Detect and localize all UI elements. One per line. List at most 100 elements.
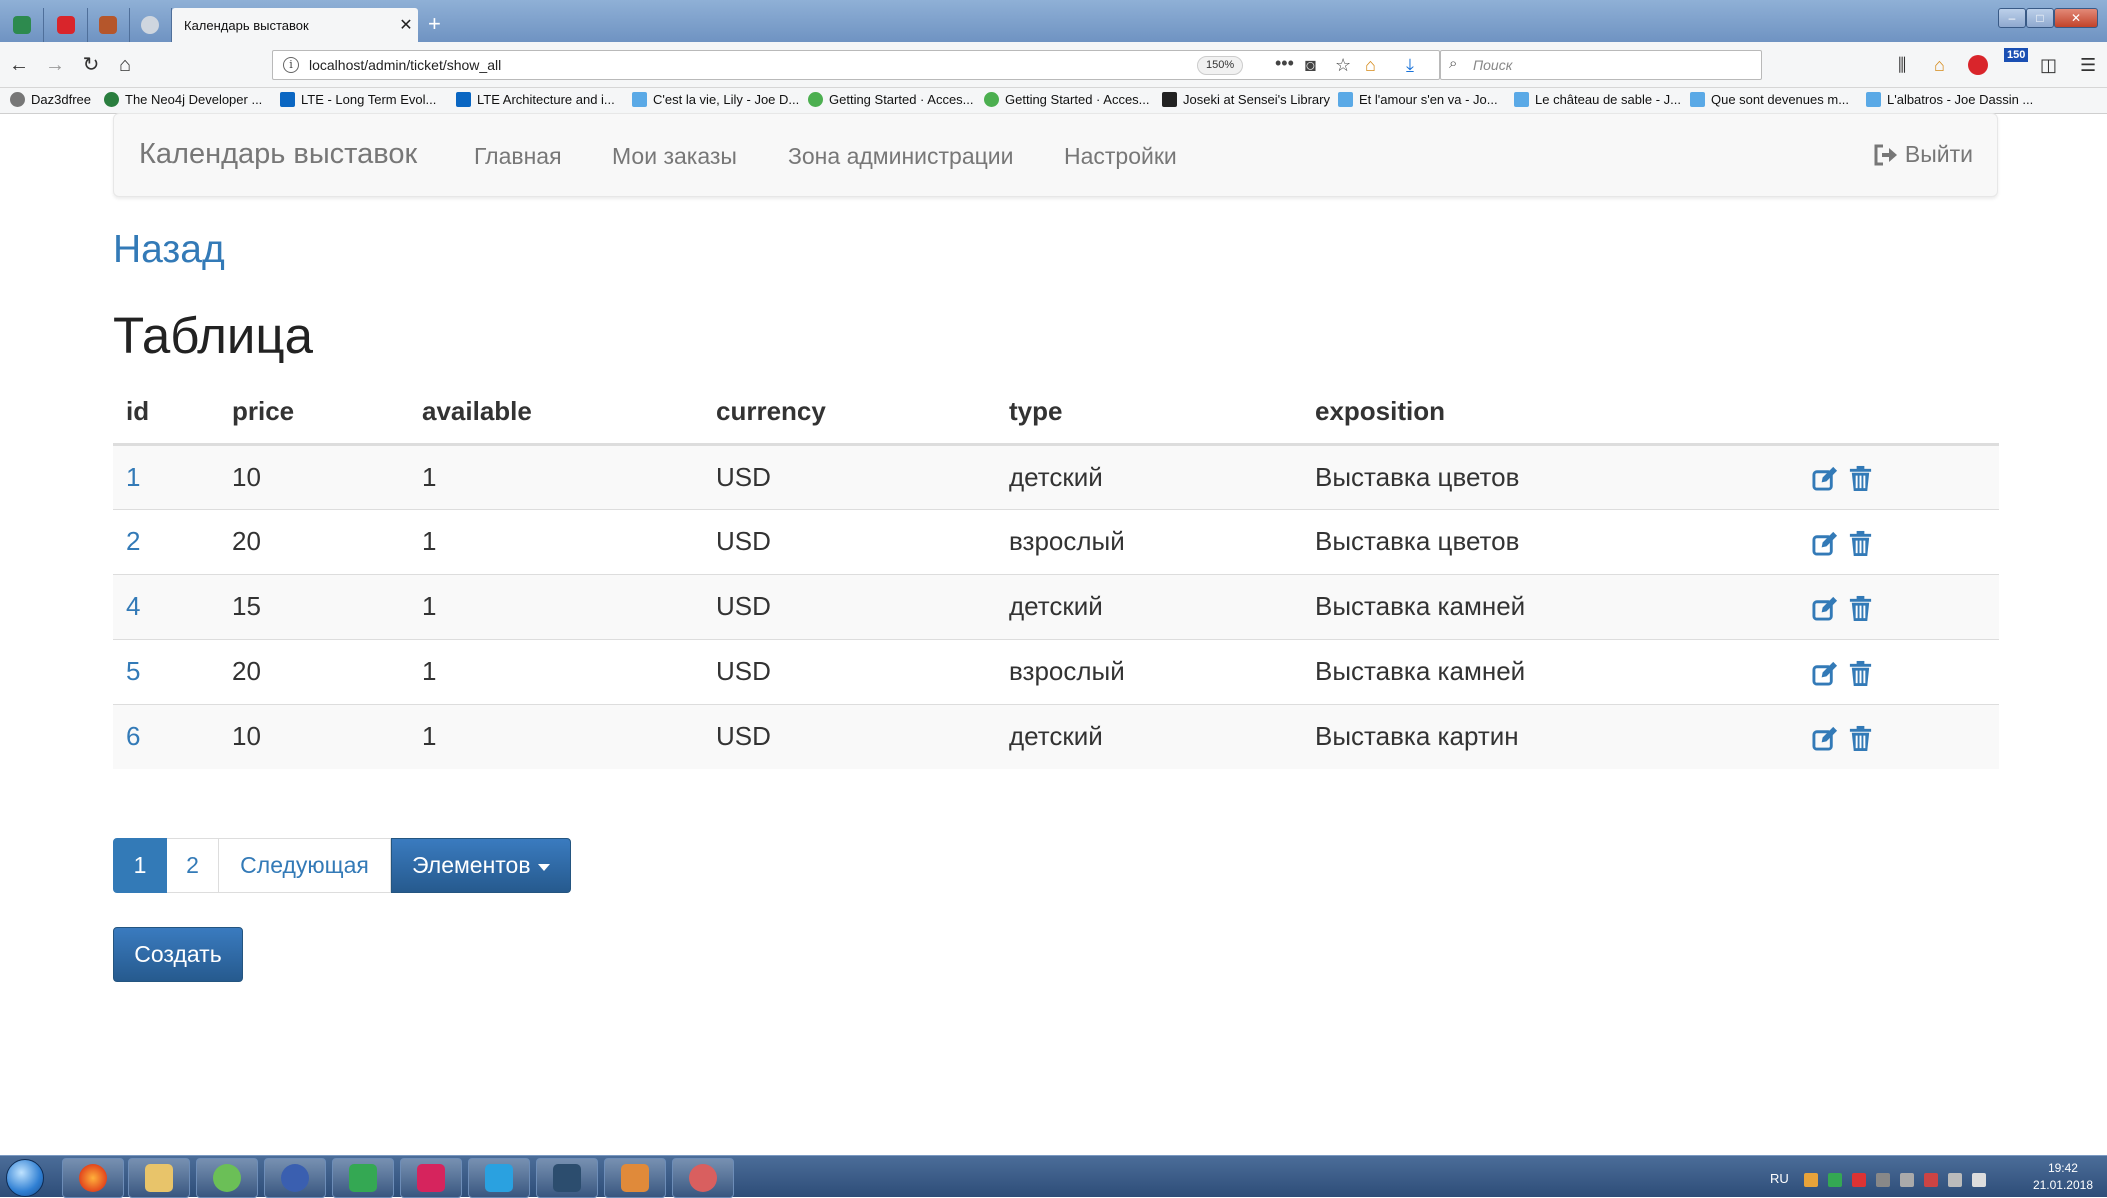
- forward-icon[interactable]: →: [42, 52, 68, 78]
- url-bar[interactable]: i localhost/admin/ticket/show_all 150% •…: [272, 50, 1440, 80]
- trash-icon[interactable]: [1847, 530, 1874, 557]
- pinned-tab[interactable]: [86, 8, 130, 42]
- logout-link[interactable]: Выйти: [1873, 141, 1973, 168]
- cell-id[interactable]: 6: [113, 703, 219, 769]
- page-button-2[interactable]: 2: [167, 838, 219, 893]
- site-info-icon[interactable]: i: [283, 57, 299, 73]
- create-button[interactable]: Создать: [113, 927, 243, 982]
- bookmark-item[interactable]: Que sont devenues m...: [1690, 92, 1849, 107]
- nav-link-home[interactable]: Главная: [474, 143, 562, 170]
- bird-icon: [632, 92, 647, 107]
- language-indicator[interactable]: RU: [1770, 1171, 1789, 1186]
- nav-link-settings[interactable]: Настройки: [1064, 143, 1177, 170]
- bookmark-item[interactable]: Et l'amour s'en va - Jo...: [1338, 92, 1498, 107]
- cell-available: 1: [409, 443, 703, 509]
- edit-icon[interactable]: [1812, 530, 1839, 557]
- action-center-icon[interactable]: [1924, 1173, 1938, 1187]
- tray-icon[interactable]: [1804, 1173, 1818, 1187]
- taskbar-app[interactable]: [468, 1158, 530, 1198]
- nav-link-my-orders[interactable]: Мои заказы: [612, 143, 737, 170]
- pocket-icon[interactable]: ◙: [1305, 55, 1316, 76]
- bookmark-item[interactable]: Getting Started · Acces...: [808, 92, 974, 107]
- url-text[interactable]: localhost/admin/ticket/show_all: [309, 57, 501, 73]
- snipping-tool-icon: [689, 1164, 717, 1192]
- close-window-button[interactable]: ✕: [2054, 8, 2098, 28]
- column-header-currency[interactable]: currency: [703, 381, 996, 446]
- pinned-tab[interactable]: [0, 8, 44, 42]
- page-actions-icon[interactable]: •••: [1275, 53, 1294, 74]
- maximize-button[interactable]: □: [2026, 8, 2054, 28]
- bookmark-item[interactable]: The Neo4j Developer ...: [104, 92, 262, 107]
- column-header-available[interactable]: available: [409, 381, 703, 446]
- network-icon[interactable]: [1948, 1173, 1962, 1187]
- trash-icon[interactable]: [1847, 660, 1874, 687]
- taskbar-utorrent[interactable]: [332, 1158, 394, 1198]
- cell-id[interactable]: 5: [113, 638, 219, 704]
- start-button[interactable]: [6, 1159, 44, 1197]
- back-icon[interactable]: ←: [6, 52, 32, 78]
- bookmark-item[interactable]: Joseki at Sensei's Library: [1162, 92, 1330, 107]
- items-per-page-dropdown[interactable]: Элементов: [391, 838, 571, 893]
- trash-icon[interactable]: [1847, 465, 1874, 492]
- zoom-level[interactable]: 150%: [1197, 56, 1244, 75]
- cell-id[interactable]: 1: [113, 443, 219, 509]
- page-button-1[interactable]: 1: [113, 838, 167, 893]
- app-brand[interactable]: Календарь выставок: [139, 138, 417, 171]
- bookmark-star-icon[interactable]: ☆: [1335, 55, 1351, 76]
- bookmark-item[interactable]: LTE - Long Term Evol...: [280, 92, 436, 107]
- taskbar-app[interactable]: [264, 1158, 326, 1198]
- utorrent-tray-icon[interactable]: [1828, 1173, 1842, 1187]
- volume-icon[interactable]: [1972, 1173, 1986, 1187]
- column-header-price[interactable]: price: [219, 381, 409, 446]
- edit-icon[interactable]: [1812, 725, 1839, 752]
- edit-icon[interactable]: [1812, 465, 1839, 492]
- bookmark-item[interactable]: Daz3dfree: [10, 92, 91, 107]
- taskbar-app[interactable]: [196, 1158, 258, 1198]
- taskbar-mysql[interactable]: [536, 1158, 598, 1198]
- tray-icon[interactable]: [1876, 1173, 1890, 1187]
- taskbar-app[interactable]: [604, 1158, 666, 1198]
- home-addon-icon[interactable]: ⌂: [1934, 54, 1945, 76]
- reload-icon[interactable]: ↻: [78, 52, 104, 78]
- pinned-tab[interactable]: [128, 8, 172, 42]
- column-header-exposition[interactable]: exposition: [1302, 381, 1812, 446]
- taskbar-firefox[interactable]: [62, 1158, 124, 1198]
- search-bar[interactable]: ⌕ Поиск: [1440, 50, 1762, 80]
- intellij-icon: [417, 1164, 445, 1192]
- active-tab[interactable]: Календарь выставок ✕: [172, 8, 418, 42]
- bookmark-item[interactable]: Le château de sable - J...: [1514, 92, 1681, 107]
- trash-icon[interactable]: [1847, 725, 1874, 752]
- downloads-badge[interactable]: 150: [2004, 48, 2029, 62]
- minimize-button[interactable]: –: [1998, 8, 2026, 28]
- tray-icon[interactable]: [1852, 1173, 1866, 1187]
- downloads-icon[interactable]: ⤓: [1406, 54, 1414, 76]
- pinned-tab[interactable]: [44, 8, 88, 42]
- bookmark-item[interactable]: L'albatros - Joe Dassin ...: [1866, 92, 2033, 107]
- new-tab-button[interactable]: +: [428, 12, 441, 36]
- taskbar-explorer[interactable]: [128, 1158, 190, 1198]
- edit-icon[interactable]: [1812, 660, 1839, 687]
- bookmark-item[interactable]: LTE Architecture and i...: [456, 92, 615, 107]
- home-icon[interactable]: ⌂: [112, 52, 138, 78]
- bookmark-item[interactable]: C'est la vie, Lily - Joe D...: [632, 92, 799, 107]
- cell-id[interactable]: 2: [113, 508, 219, 574]
- trash-icon[interactable]: [1847, 595, 1874, 622]
- edit-icon[interactable]: [1812, 595, 1839, 622]
- taskbar-intellij[interactable]: [400, 1158, 462, 1198]
- menu-icon[interactable]: ☰: [2080, 54, 2096, 76]
- sidebar-icon[interactable]: ◫: [2040, 54, 2057, 76]
- home-addon-icon[interactable]: ⌂: [1365, 55, 1376, 76]
- column-header-id[interactable]: id: [113, 381, 219, 446]
- taskbar-clock[interactable]: 19:42 21.01.2018: [2033, 1160, 2093, 1194]
- column-header-type[interactable]: type: [996, 381, 1302, 446]
- next-page-button[interactable]: Следующая: [219, 838, 391, 893]
- cell-id[interactable]: 4: [113, 573, 219, 639]
- bookmark-item[interactable]: Getting Started · Acces...: [984, 92, 1150, 107]
- nav-link-admin-zone[interactable]: Зона администрации: [788, 143, 1013, 170]
- tray-icon[interactable]: [1900, 1173, 1914, 1187]
- tab-close-icon[interactable]: ✕: [394, 15, 418, 35]
- taskbar-app[interactable]: [672, 1158, 734, 1198]
- library-icon[interactable]: ⫼: [1898, 54, 1906, 76]
- adblock-icon[interactable]: [1968, 55, 1988, 75]
- back-link[interactable]: Назад: [113, 228, 225, 272]
